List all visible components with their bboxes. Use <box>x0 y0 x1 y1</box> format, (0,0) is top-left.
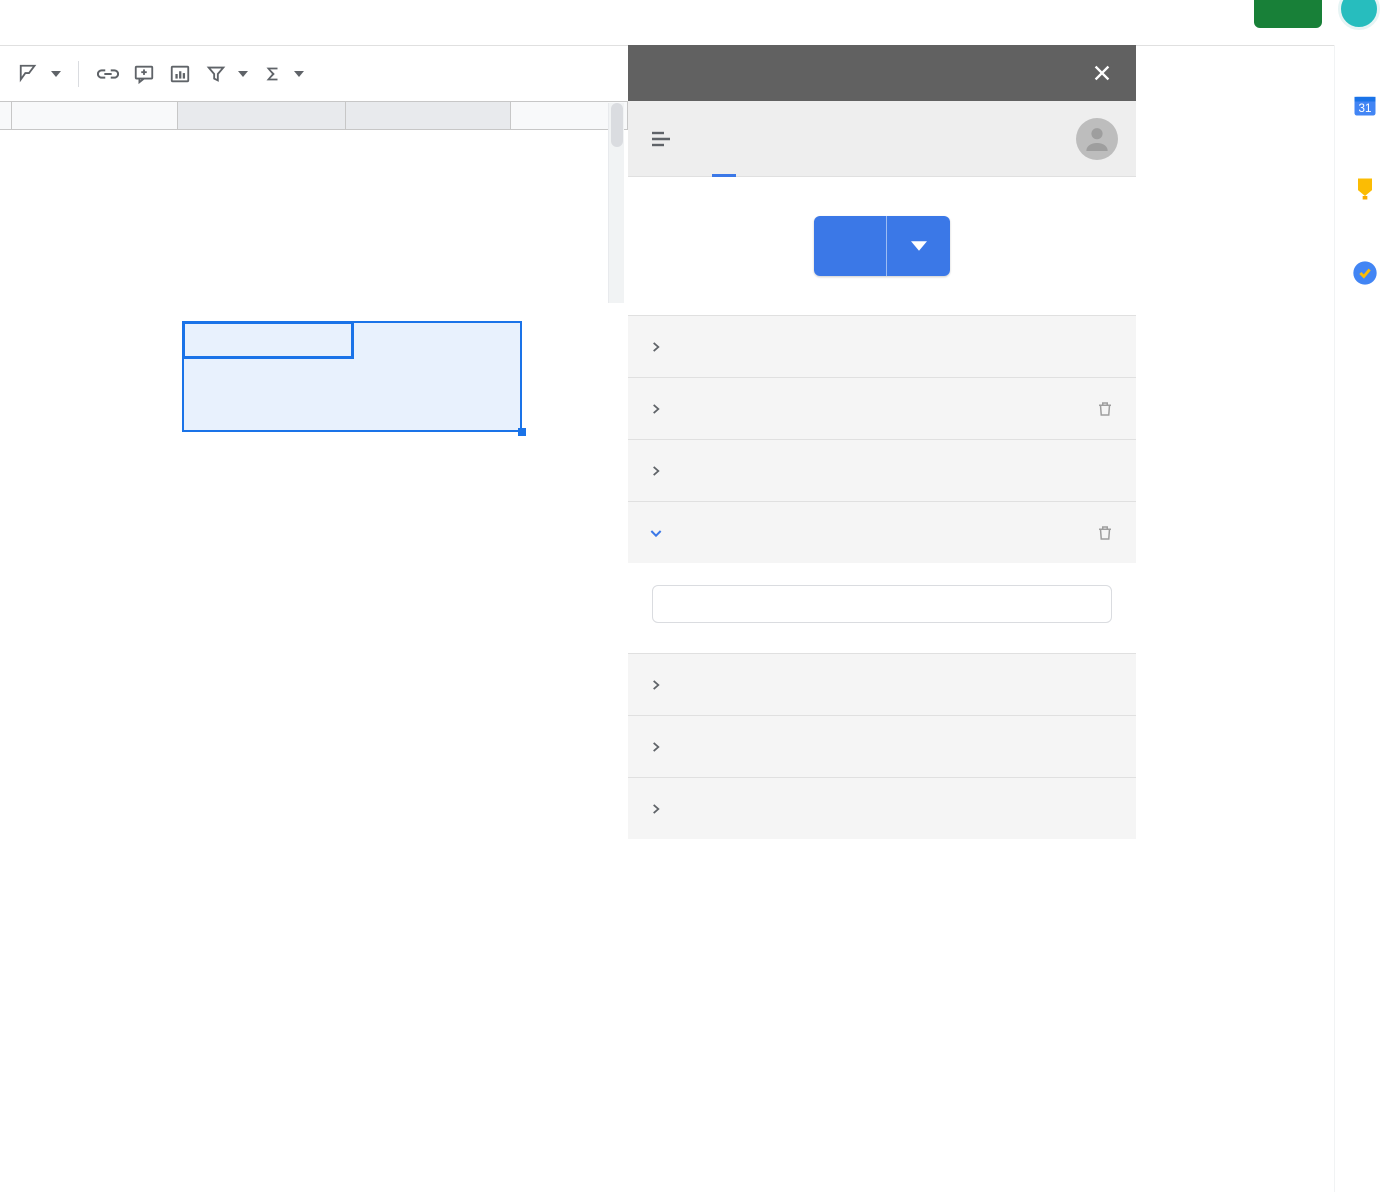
get-data-button[interactable] <box>814 216 950 276</box>
calendar-addon-icon[interactable]: 31 <box>1351 91 1379 119</box>
panel-tabs <box>628 101 1136 177</box>
section-report-config[interactable] <box>628 439 1136 501</box>
panel-header <box>628 45 1136 101</box>
tasks-addon-icon[interactable] <box>1351 259 1379 287</box>
link-icon[interactable] <box>93 59 123 89</box>
share-button[interactable] <box>1254 0 1322 28</box>
section-split-dimensions[interactable] <box>628 653 1136 715</box>
paint-format-icon[interactable] <box>14 59 44 89</box>
profile-icon[interactable] <box>1076 118 1118 160</box>
scroll-thumb[interactable] <box>611 103 623 147</box>
footer-note <box>628 839 1136 899</box>
functions-sigma-icon[interactable] <box>257 59 287 89</box>
get-data-dropdown[interactable] <box>886 216 950 276</box>
metrics-chips <box>628 563 1136 653</box>
top-strip <box>0 0 1394 34</box>
section-options[interactable] <box>628 777 1136 839</box>
col-header[interactable] <box>178 102 346 129</box>
separator <box>78 61 79 87</box>
selection-handle[interactable] <box>518 428 526 436</box>
section-select-projects[interactable] <box>628 377 1136 439</box>
keep-addon-icon[interactable] <box>1351 175 1379 203</box>
trash-icon[interactable] <box>1096 524 1118 542</box>
trash-icon[interactable] <box>1096 400 1118 418</box>
menu-icon[interactable] <box>646 124 676 154</box>
chevron-right-icon <box>646 464 666 478</box>
chevron-right-icon <box>646 740 666 754</box>
chevron-down-icon <box>646 525 666 541</box>
action-row <box>628 177 1136 315</box>
chevron-right-icon <box>646 678 666 692</box>
spreadsheet[interactable] <box>0 101 628 1192</box>
vertical-scrollbar[interactable] <box>608 103 624 303</box>
close-icon[interactable] <box>1088 59 1116 87</box>
tab-schedule[interactable] <box>754 101 758 177</box>
get-data-label[interactable] <box>814 216 886 276</box>
account-avatar[interactable] <box>1338 0 1380 30</box>
chevron-right-icon <box>646 402 666 416</box>
svg-text:31: 31 <box>1358 102 1371 115</box>
tab-query[interactable] <box>722 101 726 177</box>
section-data-source[interactable] <box>628 315 1136 377</box>
section-select-metrics[interactable] <box>628 501 1136 653</box>
col-header[interactable] <box>346 102 510 129</box>
dropdown-caret-icon[interactable] <box>291 69 307 79</box>
chart-icon[interactable] <box>165 59 195 89</box>
right-side-rail: 31 <box>1334 45 1394 1192</box>
column-headers <box>0 102 628 130</box>
chips-box[interactable] <box>652 585 1112 623</box>
chevron-right-icon <box>646 802 666 816</box>
chevron-right-icon <box>646 340 666 354</box>
dropdown-caret-icon[interactable] <box>235 69 251 79</box>
comment-icon[interactable] <box>129 59 159 89</box>
col-header[interactable] <box>12 102 178 129</box>
panel-body <box>628 177 1136 1192</box>
filter-icon[interactable] <box>201 59 231 89</box>
supermetrics-panel <box>628 45 1136 1192</box>
select-all-corner[interactable] <box>0 102 12 129</box>
section-filter[interactable] <box>628 715 1136 777</box>
grid-rows[interactable] <box>0 130 628 1192</box>
dropdown-caret-icon[interactable] <box>48 69 64 79</box>
